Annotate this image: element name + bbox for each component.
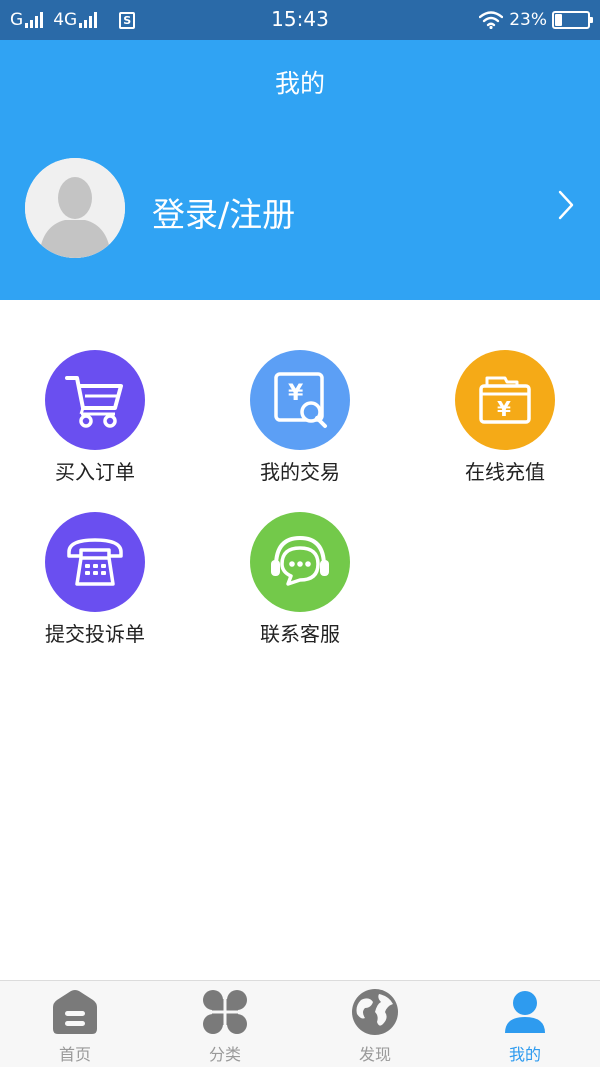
tab-label: 发现 [358,1045,391,1064]
menu-icon-circle [250,512,350,612]
shopping-cart-icon [65,376,123,428]
user-icon [505,991,545,1033]
chevron-right-icon[interactable] [558,190,574,220]
menu-item-label: 在线充值 [465,460,545,484]
menu-item-label: 提交投诉单 [45,622,145,646]
category-grid-icon [202,989,248,1035]
tab-icon-wrap [350,987,400,1037]
battery-icon [552,11,593,29]
avatar[interactable] [25,158,125,258]
menu-item-label: 买入订单 [55,460,135,484]
tab-home[interactable]: 首页 [0,981,150,1067]
tab-mine[interactable]: 我的 [450,981,600,1067]
login-register-label[interactable]: 登录/注册 [152,188,295,236]
tab-label: 首页 [58,1045,91,1064]
menu-item-my-trades[interactable]: ¥ 我的交易 [205,350,395,490]
menu-icon-circle: ¥ [455,350,555,450]
menu-icon-circle: ¥ [250,350,350,450]
home-icon [53,990,97,1034]
tab-label: 分类 [208,1045,241,1064]
menu-item-label: 联系客服 [260,622,340,646]
battery-percent: 23% [509,10,547,30]
telephone-icon [67,538,123,586]
tab-category[interactable]: 分类 [150,981,300,1067]
menu-item-buy-orders[interactable]: 买入订单 [0,350,190,490]
default-avatar-icon [25,158,125,258]
login-register-row[interactable]: 登录/注册 [0,156,600,258]
yuan-search-icon: ¥ [274,372,327,428]
status-bar: G 4G S 15:43 23% [0,0,600,40]
tab-icon-wrap [50,987,100,1037]
svg-text:¥: ¥ [497,397,511,421]
profile-header: 我的 登录/注册 [0,40,600,300]
bottom-tab-bar: 首页 分类 发现 我的 [0,980,600,1067]
menu-icon-circle [45,512,145,612]
menu-item-submit-complaint[interactable]: 提交投诉单 [0,512,190,652]
menu-icon-circle [45,350,145,450]
menu-item-online-recharge[interactable]: ¥ 在线充值 [410,350,600,490]
page-title: 我的 [274,69,325,98]
headset-chat-icon [271,535,329,586]
globe-icon [352,989,398,1035]
tab-icon-wrap [500,987,550,1037]
tab-label: 我的 [508,1045,541,1064]
menu-item-label: 我的交易 [260,460,340,484]
yuan-wallet-icon: ¥ [479,376,531,424]
status-right: 23% [479,8,593,32]
menu-item-contact-support[interactable]: 联系客服 [205,512,395,652]
battery-level-fill [555,14,562,26]
svg-text:¥: ¥ [288,381,304,406]
tab-discover[interactable]: 发现 [300,981,450,1067]
tab-icon-wrap [200,987,250,1037]
wifi-icon [479,11,504,29]
